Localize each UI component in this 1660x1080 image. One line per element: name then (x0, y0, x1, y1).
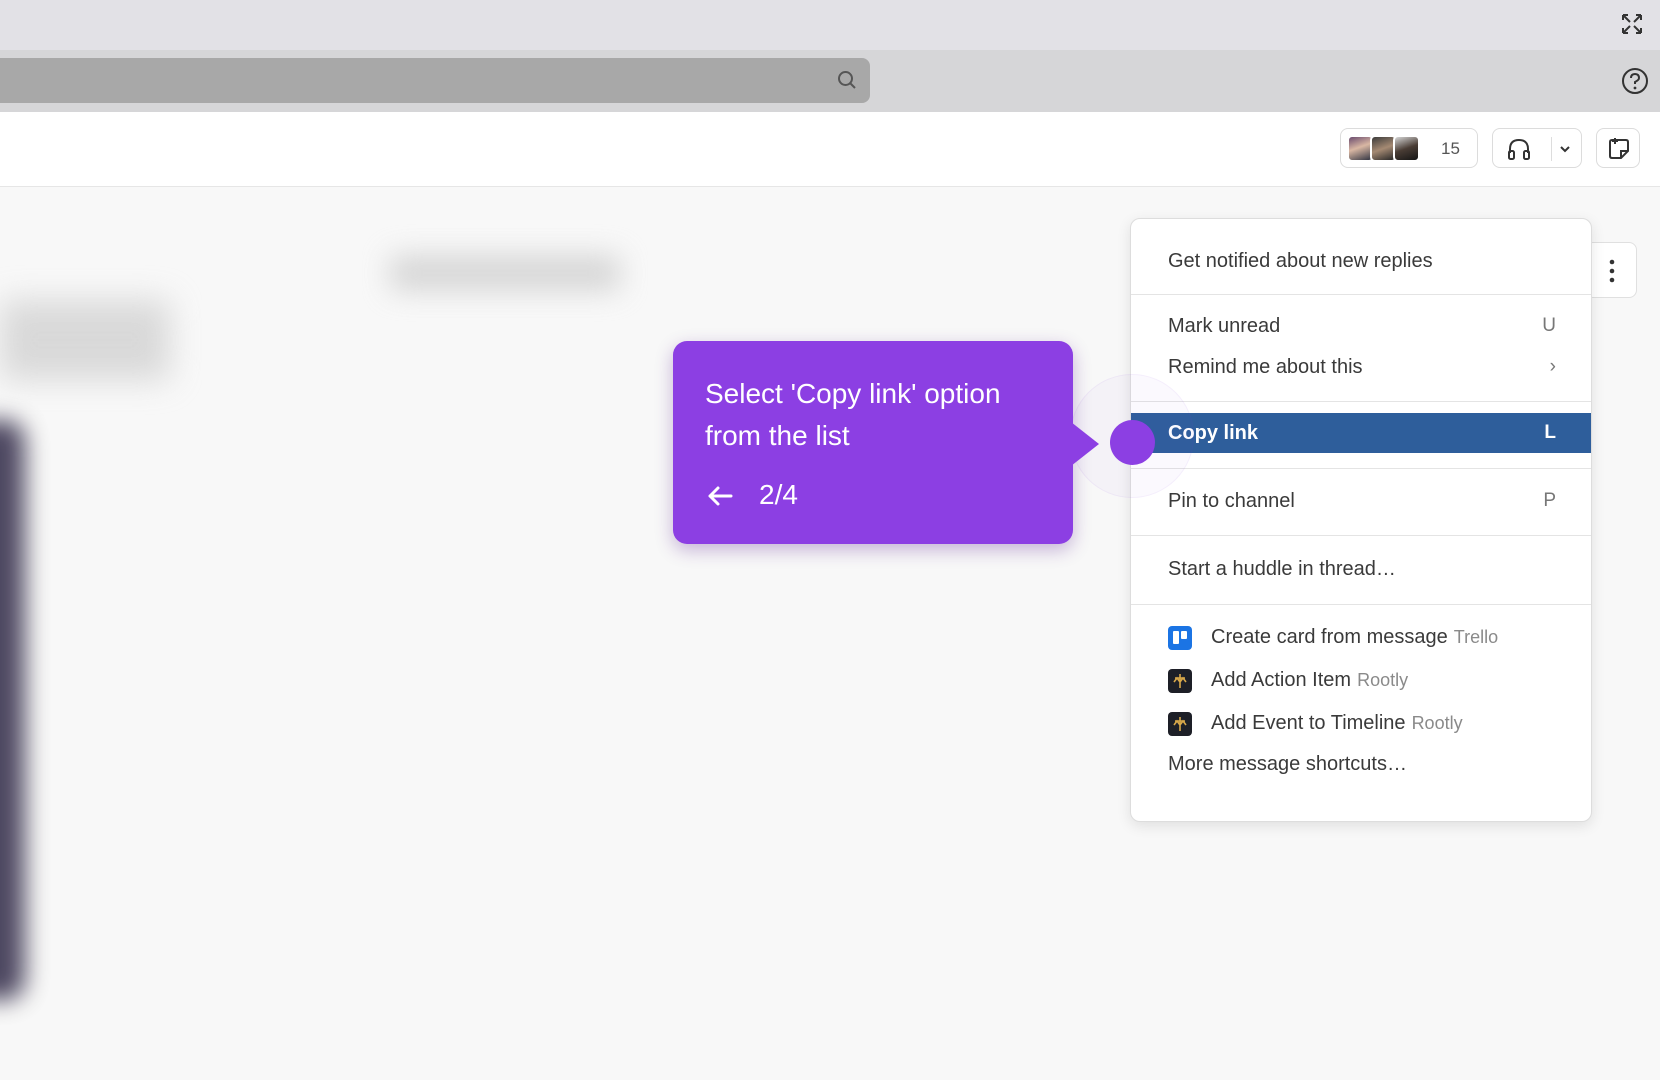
menu-item-mark-unread[interactable]: Mark unread U (1131, 306, 1591, 346)
rootly-icon (1168, 712, 1192, 736)
member-count: 15 (1441, 139, 1460, 158)
search-input[interactable] (0, 58, 870, 103)
chevron-right-icon: › (1549, 356, 1556, 377)
menu-item-label: Create card from message (1211, 626, 1448, 648)
menu-item-label: Remind me about this (1168, 356, 1363, 378)
app-name: Rootly (1357, 670, 1409, 690)
message-actions-menu: Get notified about new replies Mark unre… (1130, 218, 1592, 822)
canvas-icon (1609, 138, 1629, 159)
app-name: Rootly (1411, 713, 1463, 733)
more-vertical-icon (1609, 259, 1615, 283)
rootly-icon (1168, 669, 1192, 693)
tooltip-text: Select 'Copy link' option from the list (705, 378, 1001, 451)
menu-item-start-huddle[interactable]: Start a huddle in thread… (1131, 549, 1591, 589)
menu-item-label: Start a huddle in thread… (1168, 558, 1396, 580)
menu-item-more-shortcuts[interactable]: More message shortcuts… (1131, 744, 1591, 784)
hotspot-dot[interactable] (1110, 420, 1155, 465)
canvas-button[interactable] (1596, 128, 1640, 168)
menu-separator (1131, 401, 1591, 402)
menu-item-label: Add Action Item (1211, 669, 1352, 691)
menu-item-label: Add Event to Timeline (1211, 712, 1406, 734)
members-button[interactable]: 15 (1340, 128, 1478, 168)
menu-item-label: Get notified about new replies (1168, 250, 1433, 272)
trello-icon (1168, 626, 1192, 650)
chevron-down-icon[interactable] (1557, 141, 1573, 157)
blurred-panel (0, 420, 25, 1000)
menu-separator (1131, 468, 1591, 469)
menu-item-label: Mark unread (1168, 315, 1281, 337)
app-name: Trello (1453, 627, 1499, 647)
menu-item-add-action-item[interactable]: Add Action Item Rootly (1131, 660, 1591, 700)
shortcut-hint: P (1543, 490, 1556, 511)
app-toolbar (0, 50, 1660, 112)
menu-separator (1131, 604, 1591, 605)
menu-item-pin-to-channel[interactable]: Pin to channel P (1131, 481, 1591, 521)
step-counter: 2/4 (759, 479, 798, 510)
blurred-content (390, 255, 620, 291)
channel-header: 15 (0, 112, 1660, 187)
menu-item-get-notified[interactable]: Get notified about new replies (1131, 241, 1591, 281)
menu-item-copy-link[interactable]: Copy link L (1131, 413, 1591, 453)
shortcut-hint: U (1542, 315, 1556, 336)
avatar (1393, 135, 1420, 162)
menu-item-create-trello-card[interactable]: Create card from message Trello (1131, 617, 1591, 657)
guide-tooltip: Select 'Copy link' option from the list … (673, 341, 1099, 544)
expand-icon[interactable] (1620, 12, 1644, 36)
menu-item-label: More message shortcuts… (1168, 753, 1407, 775)
menu-item-label: Pin to channel (1168, 490, 1295, 512)
help-icon[interactable] (1620, 66, 1650, 96)
more-actions-button[interactable] (1585, 242, 1637, 298)
blurred-content (0, 300, 170, 380)
window-top-bar (0, 0, 1660, 50)
menu-item-add-event-timeline[interactable]: Add Event to Timeline Rootly (1131, 703, 1591, 743)
shortcut-hint: L (1544, 422, 1556, 443)
tooltip-arrow (1071, 422, 1099, 466)
divider (1551, 137, 1552, 161)
menu-separator (1131, 535, 1591, 536)
back-arrow-icon[interactable] (703, 479, 737, 513)
huddle-button[interactable] (1492, 128, 1582, 168)
search-icon (838, 71, 856, 89)
menu-separator (1131, 294, 1591, 295)
headphones-icon (1508, 138, 1530, 160)
menu-item-remind-me[interactable]: Remind me about this › (1131, 347, 1591, 387)
